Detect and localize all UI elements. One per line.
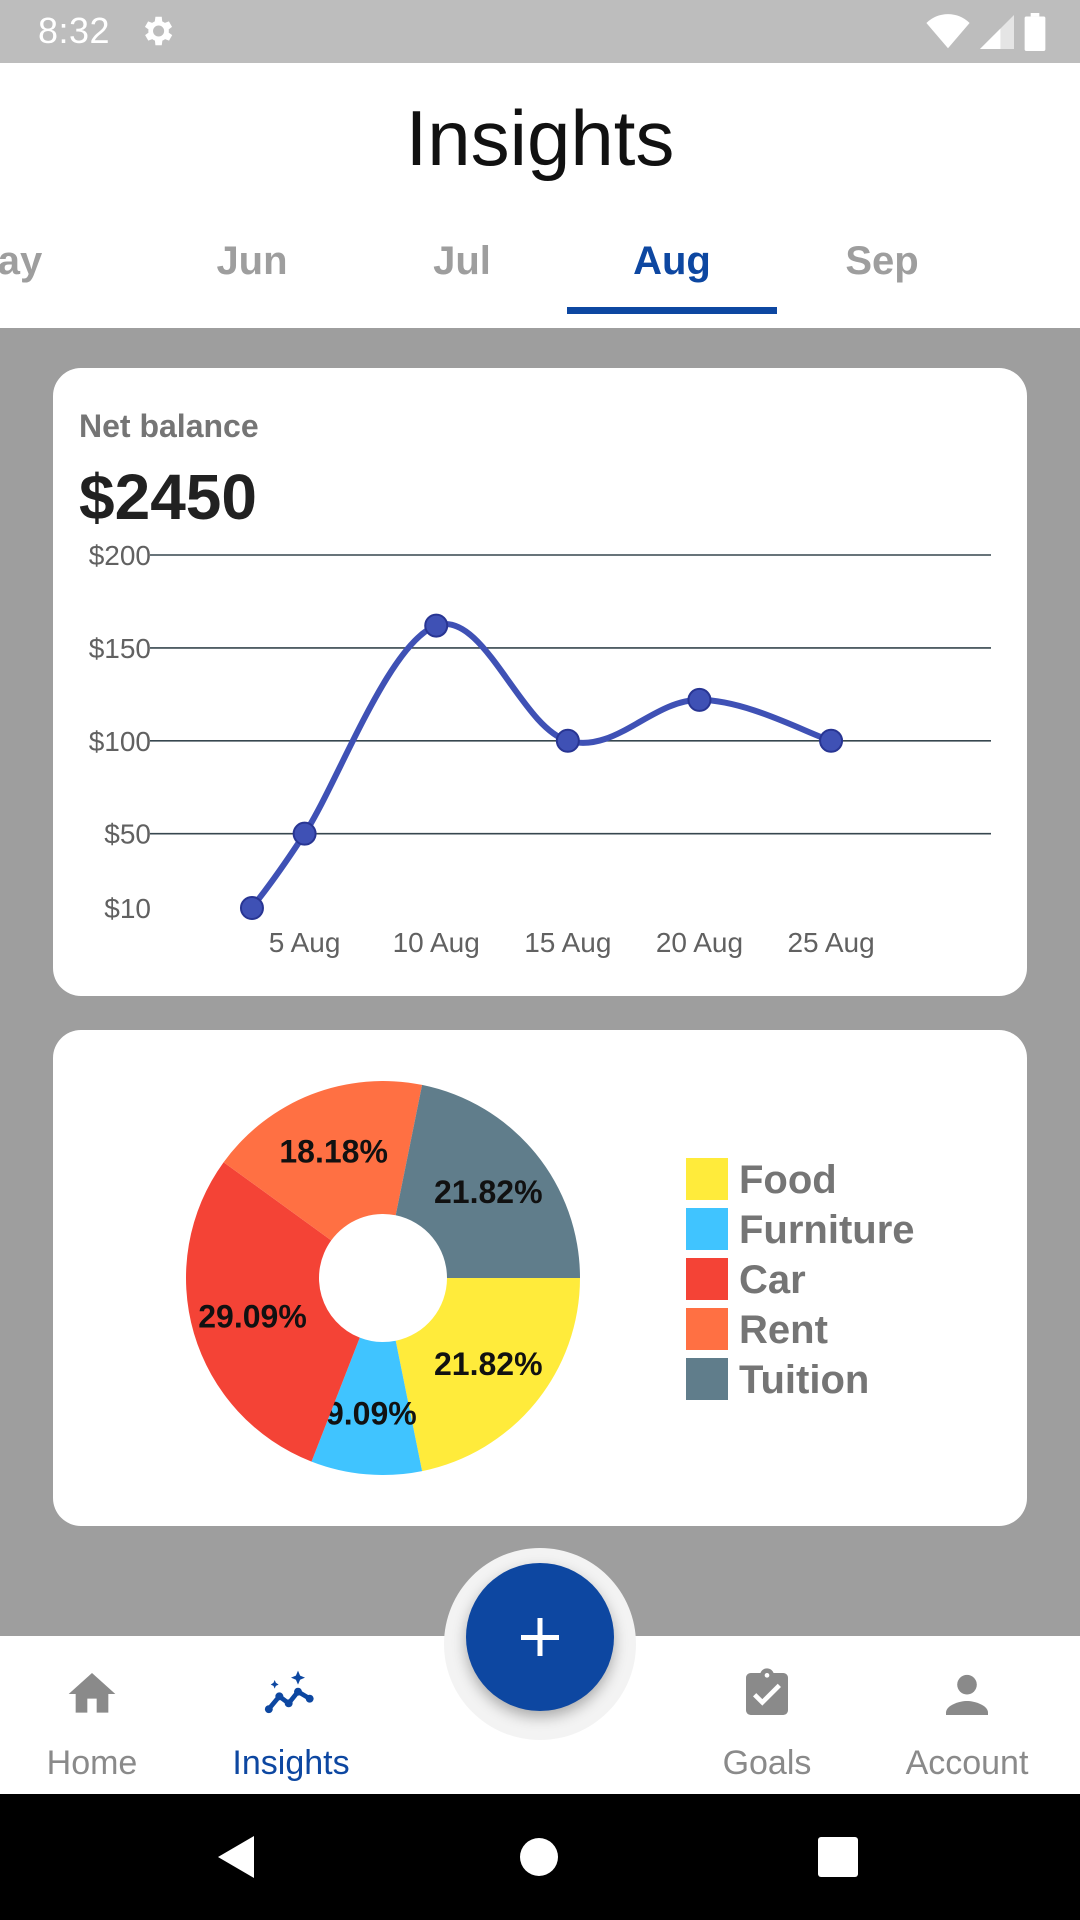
net-balance-card: Net balance $2450 $10 $50 $100 $150 $200 5 Au… — [53, 368, 1027, 996]
net-balance-label: Net balance — [79, 408, 259, 444]
insights-icon — [264, 1670, 314, 1714]
tab-jun[interactable]: Jun — [147, 213, 357, 313]
y-tick-label: $50 — [104, 819, 151, 850]
page-title: Insights — [405, 94, 675, 182]
nav-account[interactable]: Account — [872, 1636, 1062, 1794]
nav-goals[interactable]: Goals — [672, 1636, 862, 1794]
tab-sep[interactable]: Sep — [777, 213, 987, 313]
legend-swatch-food — [686, 1158, 728, 1200]
y-tick-label: $10 — [104, 893, 151, 924]
pie-value-label: 9.09% — [326, 1396, 417, 1432]
pie-value-label: 29.09% — [198, 1298, 307, 1334]
nav-account-label: Account — [905, 1744, 1029, 1782]
x-tick-label: 25 Aug — [787, 927, 874, 958]
y-tick-label: $150 — [89, 633, 151, 664]
tab-indicator — [567, 307, 777, 314]
chart-data-point[interactable] — [819, 728, 844, 753]
chart-data-point[interactable] — [424, 613, 449, 638]
chart-data-point[interactable] — [555, 728, 580, 753]
header: Insights ay Jun Jul Aug Sep — [0, 63, 1080, 328]
home-icon — [68, 1673, 116, 1713]
status-time: 8:32 — [38, 10, 111, 51]
account-icon — [946, 1674, 988, 1715]
x-tick-label: 5 Aug — [269, 927, 341, 958]
x-tick-label: 10 Aug — [393, 927, 480, 958]
balance-series-line — [248, 621, 835, 911]
legend-label-rent: Rent — [739, 1308, 828, 1352]
pie-value-label: 21.82% — [434, 1174, 543, 1210]
legend-label-food: Food — [739, 1158, 837, 1202]
nav-home[interactable]: Home — [0, 1636, 187, 1794]
legend-label-furniture: Furniture — [739, 1208, 915, 1252]
battery-icon — [1024, 13, 1046, 51]
back-icon[interactable] — [212, 1832, 262, 1882]
tab-jul[interactable]: Jul — [357, 213, 567, 313]
legend-swatch-rent — [686, 1308, 728, 1350]
tab-aug[interactable]: Aug — [567, 213, 777, 313]
wifi-icon — [926, 14, 970, 49]
category-pie-card: 21.82% 9.09% 29.09% 18.18% 21.82% Food Furnitu… — [53, 1030, 1027, 1526]
y-tick-label: $100 — [89, 726, 151, 757]
x-tick-label: 20 Aug — [656, 927, 743, 958]
pie-value-label: 21.82% — [434, 1346, 543, 1382]
goals-icon — [746, 1668, 788, 1715]
recents-icon[interactable] — [815, 1834, 861, 1880]
legend-label-car: Car — [739, 1258, 806, 1302]
settings-gear-icon — [144, 16, 173, 46]
legend-swatch-tuition — [686, 1358, 728, 1400]
system-nav-bar — [0, 1794, 1080, 1920]
cell-signal-icon — [980, 15, 1014, 49]
x-tick-label: 15 Aug — [524, 927, 611, 958]
nav-goals-label: Goals — [722, 1744, 812, 1782]
legend-label-tuition: Tuition — [739, 1358, 869, 1402]
chart-data-point[interactable] — [687, 687, 712, 712]
nav-home-label: Home — [46, 1744, 138, 1782]
nav-insights-label: Insights — [232, 1744, 350, 1782]
net-balance-value: $2450 — [79, 461, 257, 533]
chart-data-point[interactable] — [292, 821, 317, 846]
y-tick-label: $200 — [89, 540, 151, 571]
legend-swatch-furniture — [686, 1208, 728, 1250]
month-tabs: ay Jun Jul Aug Sep — [0, 213, 1080, 313]
chart-data-point[interactable] — [239, 896, 264, 920]
plus-icon — [521, 1618, 559, 1656]
pie-value-label: 18.18% — [279, 1133, 388, 1169]
legend-swatch-car — [686, 1258, 728, 1300]
tab-may[interactable]: ay — [0, 213, 125, 313]
add-transaction-button[interactable] — [466, 1563, 614, 1711]
status-bar: 8:32 — [0, 0, 1080, 63]
nav-insights[interactable]: Insights — [196, 1636, 386, 1794]
category-donut-chart: 21.82% 9.09% 29.09% 18.18% 21.82% Food Furnitu… — [185, 1081, 915, 1475]
home-circle-icon[interactable] — [516, 1834, 562, 1880]
balance-line-chart: $10 $50 $100 $150 $200 5 Aug 10 Aug 15 Aug 20 Au… — [89, 540, 991, 958]
